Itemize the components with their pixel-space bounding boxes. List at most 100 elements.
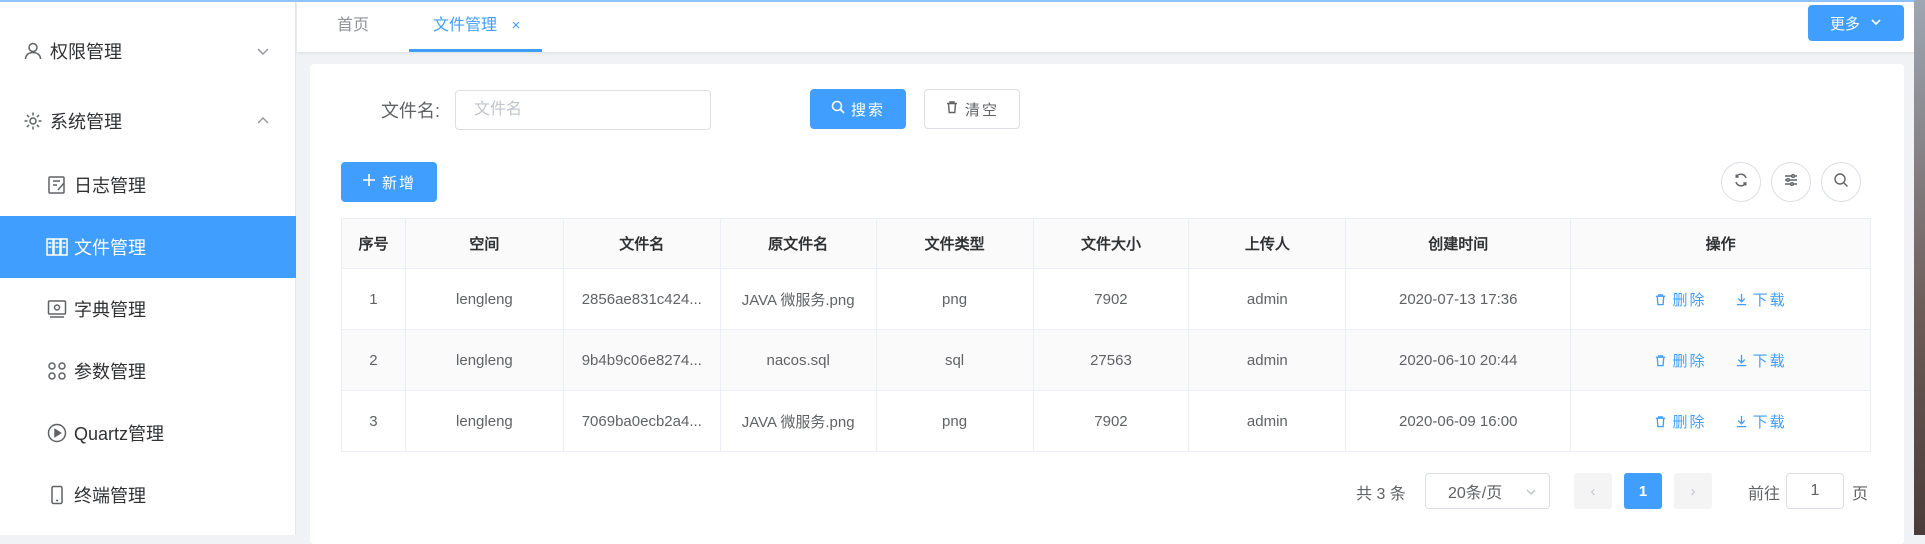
trash-icon [1656, 354, 1666, 366]
cell-actions: 删除 下载 [1570, 329, 1871, 391]
mobile-icon [46, 484, 68, 506]
download-icon [1736, 354, 1746, 366]
cell-uploader: admin [1188, 268, 1347, 330]
sidebar-item-terminal[interactable]: 终端管理 [0, 464, 296, 526]
table-row: 2 lengleng 9b4b9c06e8274... nacos.sql sq… [341, 329, 1871, 391]
cell-size: 27563 [1033, 329, 1190, 391]
sidebar-item-logs[interactable]: 日志管理 [0, 154, 296, 216]
column-header-type: 文件类型 [876, 218, 1034, 269]
cell-index: 3 [341, 390, 406, 452]
column-header-uploader: 上传人 [1188, 218, 1347, 269]
cell-space: lengleng [405, 268, 564, 330]
search-button[interactable]: 搜索 [810, 89, 906, 129]
column-header-filename: 文件名 [563, 218, 721, 269]
column-header-index: 序号 [341, 218, 406, 269]
add-button-label: 新增 [381, 174, 416, 192]
add-button[interactable]: 新增 [341, 162, 437, 202]
table-header-row: 序号 空间 文件名 原文件名 文件类型 文件大小 上传人 创建时间 操作 [341, 218, 1871, 269]
more-button[interactable]: 更多 [1808, 5, 1904, 41]
column-header-original-name: 原文件名 [720, 218, 877, 269]
more-button-label: 更多 [1829, 15, 1860, 33]
cell-size: 7902 [1033, 268, 1190, 330]
column-header-size: 文件大小 [1033, 218, 1190, 269]
sidebar-item-quartz[interactable]: Quartz管理 [0, 402, 296, 464]
page-size-select[interactable]: 20条/页 [1425, 473, 1550, 509]
trash-icon [1656, 293, 1666, 305]
delete-label: 删除 [1672, 352, 1707, 370]
cell-original-name: nacos.sql [720, 329, 877, 391]
sidebar-item-files[interactable]: 文件管理 [0, 216, 296, 278]
delete-button[interactable]: 删除 [1654, 289, 1706, 310]
delete-button[interactable]: 删除 [1654, 350, 1706, 371]
delete-button[interactable]: 删除 [1654, 411, 1706, 432]
delete-label: 删除 [1672, 413, 1707, 431]
sidebar-item-dictionary[interactable]: 字典管理 [0, 278, 296, 340]
sidebar-item-label: 字典管理 [74, 300, 146, 320]
column-header-space: 空间 [405, 218, 564, 269]
pagination-total: 共 3 条 [1356, 486, 1406, 503]
chevron-left-icon: ‹ [1590, 482, 1596, 500]
trash-icon [1656, 415, 1666, 427]
table-row: 3 lengleng 7069ba0ecb2a4... JAVA 微服务.png… [341, 390, 1871, 452]
search-button-label: 搜索 [850, 101, 885, 119]
cell-type: sql [876, 329, 1034, 391]
next-page-button[interactable]: › [1674, 473, 1712, 509]
refresh-button[interactable] [1721, 162, 1761, 202]
goto-page-input[interactable] [1786, 473, 1844, 509]
sidebar-item-params[interactable]: 参数管理 [0, 340, 296, 402]
user-icon [22, 40, 44, 62]
tab-home[interactable]: 首页 [337, 2, 369, 52]
filter-settings-icon [1783, 172, 1799, 193]
cell-filename: 9b4b9c06e8274... [563, 329, 721, 391]
command-icon [46, 360, 68, 382]
sidebar-item-permissions[interactable]: 权限管理 [0, 20, 296, 82]
tab-label: 首页 [337, 17, 370, 34]
cell-filename: 7069ba0ecb2a4... [563, 390, 721, 452]
download-label: 下载 [1752, 291, 1787, 309]
cell-created: 2020-06-09 16:00 [1345, 390, 1572, 452]
play-circle-icon [46, 422, 68, 444]
cell-type: png [876, 268, 1034, 330]
cell-actions: 删除 下载 [1570, 390, 1871, 452]
download-button[interactable]: 下载 [1735, 350, 1787, 371]
page-number-label: 1 [1638, 482, 1648, 500]
clear-button[interactable]: 清空 [924, 89, 1020, 129]
page-suffix-label: 页 [1852, 486, 1869, 503]
column-header-actions: 操作 [1570, 218, 1871, 269]
chevron-down-icon [1870, 15, 1882, 32]
chevron-up-icon [256, 112, 270, 126]
sidebar: 权限管理 系统管理 日志管理 文件管理 字典管理 参数管理 Quartz管理 终… [0, 2, 296, 535]
tab-file-management[interactable]: 文件管理 × [409, 2, 543, 52]
cell-uploader: admin [1188, 329, 1347, 391]
plus-icon [362, 173, 376, 191]
tabs-bar: 首页 文件管理 × [297, 2, 1925, 52]
filename-search-input[interactable] [455, 90, 711, 130]
files-table: 序号 空间 文件名 原文件名 文件类型 文件大小 上传人 创建时间 操作 1 l… [341, 218, 1871, 452]
prev-page-button[interactable]: ‹ [1574, 473, 1612, 509]
sidebar-item-label: 日志管理 [74, 176, 146, 196]
download-button[interactable]: 下载 [1735, 289, 1787, 310]
filename-label: 文件名: [381, 101, 441, 121]
cell-actions: 删除 下载 [1570, 268, 1871, 330]
cell-filename: 2856ae831c424... [563, 268, 721, 330]
chevron-down-icon [256, 42, 270, 56]
trash-icon [945, 100, 959, 118]
sidebar-item-label: 参数管理 [74, 362, 146, 382]
cell-created: 2020-07-13 17:36 [1345, 268, 1572, 330]
edit-icon [46, 174, 68, 196]
column-settings-button[interactable] [1771, 162, 1811, 202]
page-number-button[interactable]: 1 [1624, 473, 1662, 509]
sidebar-item-system[interactable]: 系统管理 [0, 90, 296, 152]
download-button[interactable]: 下载 [1735, 411, 1787, 432]
search-icon [831, 100, 845, 118]
sidebar-item-label: 文件管理 [74, 238, 146, 258]
cell-created: 2020-06-10 20:44 [1345, 329, 1572, 391]
close-icon[interactable]: × [511, 2, 520, 50]
gear-icon [22, 110, 44, 132]
sidebar-item-label: 权限管理 [50, 42, 122, 62]
toggle-search-button[interactable] [1821, 162, 1861, 202]
search-icon [1833, 172, 1849, 193]
cell-size: 7902 [1033, 390, 1190, 452]
cell-original-name: JAVA 微服务.png [720, 268, 877, 330]
cell-index: 1 [341, 268, 406, 330]
